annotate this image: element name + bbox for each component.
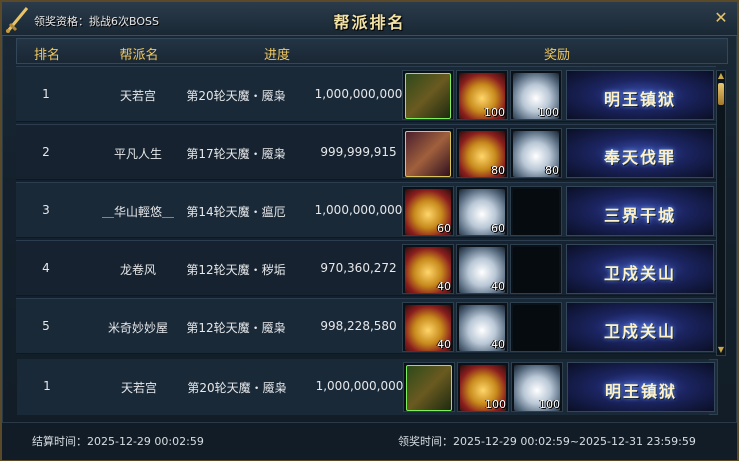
scroll-down-icon[interactable]: ▼ xyxy=(717,346,725,354)
reward-slot[interactable] xyxy=(402,70,454,120)
rank-cell: 1 xyxy=(43,379,51,393)
reward-slot[interactable]: 80 xyxy=(456,128,508,178)
damage-value-cell: 1,000,000,000 xyxy=(314,203,403,217)
table-row[interactable]: 1 天若宫 第20轮天魔・魇枭 1,000,000,000 100 100 明王镇狱 xyxy=(17,359,715,415)
header-rank: 排名 xyxy=(33,48,60,63)
reward-slot[interactable]: 100 xyxy=(457,362,509,412)
my-guild-row: 1 天若宫 第20轮天魔・魇枭 1,000,000,000 100 100 明王镇狱 xyxy=(17,359,718,415)
table-row[interactable]: 5 米奇妙妙屋 第12轮天魔・魇枭 998,228,580 40 40 卫戍关山 xyxy=(16,298,716,354)
damage-value-cell: 1,000,000,000 xyxy=(314,87,403,101)
reward-slot[interactable]: 100 xyxy=(456,70,508,120)
header-progress: 进度 xyxy=(263,48,290,63)
reward-slot xyxy=(510,186,562,236)
reward-slot xyxy=(510,244,562,294)
title-badge-label: 卫戍关山 xyxy=(603,264,676,283)
damage-value-cell: 970,360,272 xyxy=(320,261,397,275)
reward-count: 100 xyxy=(484,106,505,119)
progress-cell: 第20轮天魔・魇枭 xyxy=(187,381,287,395)
table-row[interactable]: 3 ＿华山輕悠＿ 第14轮天魔・瘟厄 1,000,000,000 60 60 三界干城 xyxy=(16,182,716,238)
ranking-list[interactable]: 1 天若宫 第20轮天魔・魇枭 1,000,000,000 100 100 明王镇狱 2 平凡人… xyxy=(16,66,716,357)
title-badge[interactable]: 卫戍关山 xyxy=(566,302,714,352)
reward-slot[interactable]: 100 xyxy=(511,362,563,412)
progress-cell: 第14轮天魔・瘟厄 xyxy=(186,205,286,219)
window-title: 帮派排名 xyxy=(333,13,406,32)
damage-value-cell: 1,000,000,000 xyxy=(315,379,404,393)
reward-slot[interactable]: 80 xyxy=(510,128,562,178)
progress-cell: 第12轮天魔・秽垢 xyxy=(186,263,286,277)
scrollbar[interactable]: ▲ ▼ xyxy=(716,70,726,356)
progress-cell: 第12轮天魔・魇枭 xyxy=(186,321,286,335)
rank-cell: 4 xyxy=(42,261,50,275)
settle-time: 结算时间：2025-12-29 00:02:59 xyxy=(32,435,204,448)
title-badge[interactable]: 奉天伐罪 xyxy=(566,128,714,178)
reward-slot[interactable]: 60 xyxy=(402,186,454,236)
progress-cell: 第20轮天魔・魇枭 xyxy=(186,89,286,103)
reward-count: 60 xyxy=(437,222,451,235)
rank-cell: 2 xyxy=(42,145,50,159)
scroll-up-icon[interactable]: ▲ xyxy=(717,72,725,80)
scroll-thumb[interactable] xyxy=(718,83,724,105)
reward-count: 60 xyxy=(491,222,505,235)
title-badge-label: 奉天伐罪 xyxy=(603,148,676,167)
title-badge-label: 卫戍关山 xyxy=(603,322,676,341)
reward-count: 100 xyxy=(538,106,559,119)
title-badge-label: 明王镇狱 xyxy=(604,382,677,401)
reward-slot[interactable]: 40 xyxy=(456,302,508,352)
title-badge[interactable]: 卫戍关山 xyxy=(566,244,714,294)
empty-slot-icon xyxy=(513,189,559,235)
title-badge-label: 三界干城 xyxy=(603,206,676,225)
title-badge-label: 明王镇狱 xyxy=(603,90,676,109)
title-bar: 领奖资格：挑战6次BOSS 帮派排名 ✕ xyxy=(2,2,737,36)
table-header: 排名 帮派名 进度 奖励 xyxy=(16,38,728,64)
reward-slot[interactable]: 100 xyxy=(510,70,562,120)
reward-count: 100 xyxy=(485,398,506,411)
reward-count: 100 xyxy=(539,398,560,411)
reward-slot[interactable]: 40 xyxy=(402,244,454,294)
reward-count: 80 xyxy=(491,164,505,177)
reward-count: 40 xyxy=(437,338,451,351)
reward-slot[interactable] xyxy=(402,128,454,178)
table-row[interactable]: 2 平凡人生 第17轮天魔・魇枭 999,999,915 80 80 奉天伐罪 xyxy=(16,124,716,180)
empty-slot-icon xyxy=(513,305,559,351)
hero-portrait-icon xyxy=(405,131,451,177)
rank-cell: 5 xyxy=(42,319,50,333)
claim-time: 领奖时间：2025-12-29 00:02:59~2025-12-31 23:5… xyxy=(398,435,696,448)
reward-slot[interactable]: 40 xyxy=(402,302,454,352)
hero-portrait-icon xyxy=(405,73,451,119)
table-row[interactable]: 4 龙卷风 第12轮天魔・秽垢 970,360,272 40 40 卫戍关山 xyxy=(16,240,716,296)
damage-value-cell: 998,228,580 xyxy=(320,319,397,333)
hero-portrait-icon xyxy=(406,365,452,411)
reward-slot[interactable] xyxy=(403,362,455,412)
reward-slot[interactable]: 40 xyxy=(456,244,508,294)
reward-count: 80 xyxy=(545,164,559,177)
reward-count: 40 xyxy=(491,338,505,351)
rank-cell: 3 xyxy=(42,203,50,217)
close-icon[interactable]: ✕ xyxy=(713,10,729,26)
reward-slot[interactable]: 60 xyxy=(456,186,508,236)
header-reward: 奖励 xyxy=(543,48,570,63)
empty-slot-icon xyxy=(513,247,559,293)
table-row[interactable]: 1 天若宫 第20轮天魔・魇枭 1,000,000,000 100 100 明王镇狱 xyxy=(16,66,716,122)
reward-slot xyxy=(510,302,562,352)
title-badge[interactable]: 三界干城 xyxy=(566,186,714,236)
guild-ranking-window: 领奖资格：挑战6次BOSS 帮派排名 ✕ 排名 帮派名 进度 奖励 1 天若宫 第2… xyxy=(0,0,739,461)
damage-value-cell: 999,999,915 xyxy=(320,145,397,159)
reward-count: 40 xyxy=(437,280,451,293)
header-guild: 帮派名 xyxy=(119,48,159,63)
progress-cell: 第17轮天魔・魇枭 xyxy=(186,147,286,161)
reward-count: 40 xyxy=(491,280,505,293)
title-badge[interactable]: 明王镇狱 xyxy=(566,70,714,120)
rank-cell: 1 xyxy=(42,87,50,101)
footer: 结算时间：2025-12-29 00:02:59 领奖时间：2025-12-29… xyxy=(2,422,737,460)
title-badge[interactable]: 明王镇狱 xyxy=(567,362,715,412)
